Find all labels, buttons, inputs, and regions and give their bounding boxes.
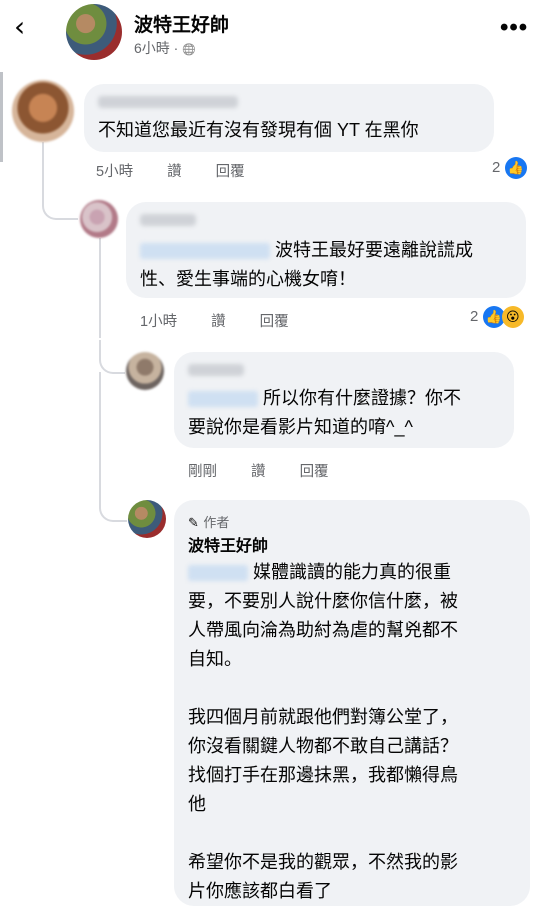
commenter-name-blurred[interactable]: [140, 214, 196, 226]
post-time: 6小時 · 🌐: [134, 38, 196, 58]
comment-line: 你沒看關鍵人物都不敢自己講話？: [188, 736, 458, 756]
post-time-text: 6小時 ·: [134, 40, 183, 56]
comment-line: 希望你不是我的觀眾，不然我的影: [188, 852, 458, 872]
commenter-name[interactable]: 波特王好帥: [188, 532, 268, 556]
more-options-icon[interactable]: •••: [500, 14, 528, 42]
thread-bar: [0, 72, 3, 162]
like-link[interactable]: 讚: [211, 314, 226, 330]
mention-tag-blurred[interactable]: [188, 391, 258, 408]
comment-bubble: ✎ 作者 波特王好帥 媒體識讀的能力真的很重 要，不要別人說什麼你信什麼，被 人…: [174, 500, 530, 906]
comment-line: 要，不要別人說什麼你信什麼，被: [188, 591, 458, 611]
comment-text: 波特王最好要遠離說謊成 性、愛生事端的心機女唷！: [140, 236, 473, 294]
comment-line: 我四個月前就跟他們對簿公堂了，: [188, 707, 458, 727]
thread-connector: [99, 488, 127, 522]
comment-meta: 1小時 讚 回覆: [140, 310, 319, 331]
reaction-count-number: 2: [470, 308, 479, 325]
like-link[interactable]: 讚: [167, 164, 182, 180]
thread-line: [99, 238, 101, 338]
reaction-count[interactable]: 2 👍: [492, 157, 527, 179]
comment-text-line1: 所以你有什麼證據？你不: [263, 388, 462, 408]
commenter-name-blurred[interactable]: [188, 364, 244, 376]
reaction-count-number: 2: [492, 159, 501, 176]
commenter-name-blurred[interactable]: [98, 96, 238, 108]
thread-connector: [99, 340, 125, 374]
comment-text-line2: 性、愛生事端的心機女唷！: [140, 269, 356, 289]
comment-time: 剛剛: [188, 464, 217, 480]
avatar[interactable]: [80, 200, 118, 238]
author-badge: ✎ 作者: [188, 512, 229, 532]
thread-line: [99, 372, 101, 492]
avatar[interactable]: [66, 4, 122, 60]
comment-bubble: 波特王最好要遠離說謊成 性、愛生事端的心機女唷！: [126, 202, 526, 298]
comment-text-line1: 波特王最好要遠離說謊成: [275, 240, 474, 260]
comment-time: 5小時: [96, 164, 134, 180]
mention-tag-blurred[interactable]: [140, 243, 270, 260]
mention-tag-blurred[interactable]: [188, 565, 248, 582]
comment-text: 媒體識讀的能力真的很重 要，不要別人說什麼你信什麼，被 人帶風向淪為助紂為虐的幫…: [188, 558, 518, 906]
globe-icon: 🌐: [182, 44, 196, 56]
comment-time: 1小時: [140, 314, 178, 330]
reply-link[interactable]: 回覆: [300, 464, 329, 480]
reply-link[interactable]: 回覆: [216, 164, 245, 180]
comment-bubble: 所以你有什麼證據？你不 要說你是看影片知道的唷^_^: [174, 352, 514, 448]
like-icon: 👍: [504, 157, 527, 179]
reply-link[interactable]: 回覆: [260, 314, 289, 330]
author-badge-label: 作者: [203, 515, 230, 530]
comment-meta: 5小時 讚 回覆: [96, 160, 275, 181]
comment-text-line2: 要說你是看影片知道的唷^_^: [188, 417, 413, 437]
comment-text: 所以你有什麼證據？你不 要說你是看影片知道的唷^_^: [188, 384, 461, 442]
thread-connector: [42, 184, 78, 220]
avatar[interactable]: [128, 500, 166, 538]
comment-text-line: 媒體識讀的能力真的很重: [253, 562, 452, 582]
page-title[interactable]: 波特王好帥: [134, 10, 229, 37]
comment-line: 片你應該都白看了: [188, 881, 332, 901]
comment-line: 他: [188, 794, 206, 814]
wow-icon: 😮: [501, 306, 524, 328]
like-link[interactable]: 讚: [251, 464, 266, 480]
comment-line: 找個打手在那邊抹黑，我都懶得鳥: [188, 765, 458, 785]
avatar[interactable]: [126, 352, 164, 390]
reaction-count[interactable]: 2 👍 😮: [470, 306, 524, 328]
comment-line: 自知。: [188, 649, 242, 669]
comment-meta: 剛剛 讚 回覆: [188, 460, 359, 481]
comment-text: 不知道您最近有沒有發現有個 YT 在黑你: [98, 120, 419, 140]
comment-line: 人帶風向淪為助紂為虐的幫兇都不: [188, 620, 458, 640]
comment-bubble: 不知道您最近有沒有發現有個 YT 在黑你: [84, 84, 494, 152]
avatar[interactable]: [12, 80, 74, 142]
pencil-icon: ✎: [188, 515, 199, 530]
back-arrow-icon[interactable]: ‹: [14, 12, 44, 42]
comment-line: 媒體識讀的能力真的很重: [188, 558, 518, 587]
